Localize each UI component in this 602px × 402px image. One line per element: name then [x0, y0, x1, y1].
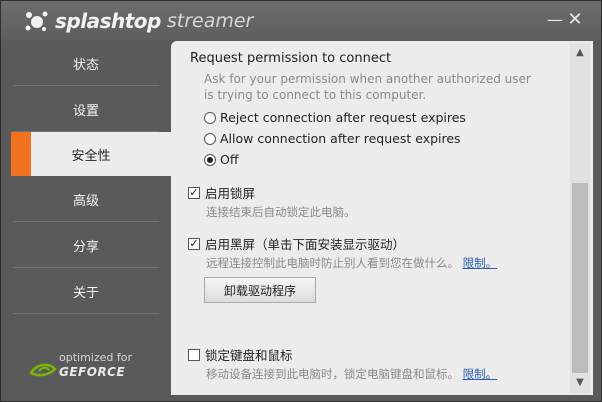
- radio-button[interactable]: [204, 132, 216, 145]
- checkbox-checked[interactable]: ✓: [188, 237, 200, 250]
- checkbox-checked[interactable]: ✓: [188, 186, 200, 199]
- lock-input-option[interactable]: 锁定键盘和鼠标: [188, 345, 293, 364]
- radio-label: Allow connection after request expires: [220, 131, 461, 146]
- sidebar-divider: [13, 267, 159, 268]
- scroll-down-arrow-icon[interactable]: ▼: [570, 375, 590, 391]
- title-bar[interactable]: splashtop streamer — ✕: [1, 1, 601, 41]
- sidebar-divider: [13, 313, 159, 314]
- sidebar-item-label: 关于: [72, 285, 99, 301]
- black-screen-description: 远程连接控制此电脑时防止别人看到您在做什么。 限制。: [206, 255, 497, 271]
- sidebar-item-label: 安全性: [71, 148, 111, 164]
- restriction-link[interactable]: 限制。: [463, 256, 498, 270]
- uninstall-driver-button[interactable]: 卸载驱动程序: [204, 277, 316, 303]
- badge-line1: optimized for: [59, 351, 132, 364]
- sidebar-item-advanced[interactable]: 高级: [9, 177, 163, 221]
- brand-main-text: splashtop: [55, 9, 161, 33]
- checkbox-label: 锁定键盘和鼠标: [205, 348, 293, 363]
- radio-button[interactable]: [204, 111, 216, 124]
- sidebar-item-label: 状态: [72, 57, 99, 73]
- brand-sub-text: streamer: [166, 10, 254, 32]
- vertical-scrollbar[interactable]: ▲ ▼: [570, 43, 590, 393]
- lock-screen-option[interactable]: ✓ 启用锁屏: [188, 183, 255, 202]
- security-panel: Request permission to connect Ask for yo…: [171, 41, 593, 395]
- radio-allow[interactable]: Allow connection after request expires: [204, 131, 461, 146]
- sidebar-item-status[interactable]: 状态: [9, 41, 163, 85]
- checkbox-label: 启用黑屏（单击下面安装显示驱动）: [205, 237, 406, 252]
- description-text: 远程连接控制此电脑时防止别人看到您在做什么。: [206, 256, 459, 270]
- lock-screen-description: 连接结束后自动锁定此电脑。: [206, 205, 356, 219]
- minimize-button[interactable]: —: [544, 9, 566, 31]
- app-window: splashtop streamer — ✕ 状态 设置 安全性 高级 分享 关…: [0, 0, 602, 402]
- nvidia-eye-icon: [29, 363, 57, 377]
- black-screen-option[interactable]: ✓ 启用黑屏（单击下面安装显示驱动）: [188, 234, 405, 253]
- sidebar-divider: [13, 85, 159, 86]
- section-title: Request permission to connect: [190, 51, 392, 66]
- radio-label: Off: [220, 152, 239, 167]
- splashtop-logo-icon: [25, 11, 48, 31]
- scroll-up-arrow-icon[interactable]: ▲: [570, 45, 590, 61]
- sidebar-item-security[interactable]: 安全性: [11, 132, 171, 176]
- geforce-badge: optimized for GEFORCE: [29, 351, 141, 385]
- sidebar-item-settings[interactable]: 设置: [9, 87, 163, 131]
- section-description: Ask for your permission when another aut…: [204, 72, 531, 102]
- sidebar: 状态 设置 安全性 高级 分享 关于: [9, 41, 171, 397]
- close-button[interactable]: ✕: [564, 9, 586, 31]
- checkbox-unchecked[interactable]: [188, 348, 200, 361]
- restriction-link[interactable]: 限制。: [463, 367, 498, 381]
- sidebar-item-share[interactable]: 分享: [9, 223, 163, 267]
- radio-off[interactable]: Off: [204, 152, 238, 167]
- radio-button[interactable]: [204, 153, 216, 166]
- lock-input-description: 移动设备连接到此电脑时，锁定电脑键盘和鼠标。 限制。: [206, 366, 497, 382]
- sidebar-item-label: 高级: [72, 193, 99, 209]
- app-logo: splashtop streamer: [23, 7, 253, 35]
- sidebar-item-label: 设置: [72, 103, 99, 119]
- scrollbar-thumb[interactable]: [572, 183, 588, 373]
- radio-reject[interactable]: Reject connection after request expires: [204, 110, 466, 125]
- active-accent-bar: [11, 132, 31, 176]
- sidebar-item-label: 分享: [72, 239, 99, 255]
- sidebar-divider: [13, 221, 159, 222]
- checkbox-label: 启用锁屏: [205, 186, 256, 201]
- description-text: 移动设备连接到此电脑时，锁定电脑键盘和鼠标。: [206, 367, 459, 381]
- radio-label: Reject connection after request expires: [220, 110, 466, 125]
- badge-line2: GEFORCE: [59, 365, 126, 379]
- sidebar-item-about[interactable]: 关于: [9, 269, 163, 313]
